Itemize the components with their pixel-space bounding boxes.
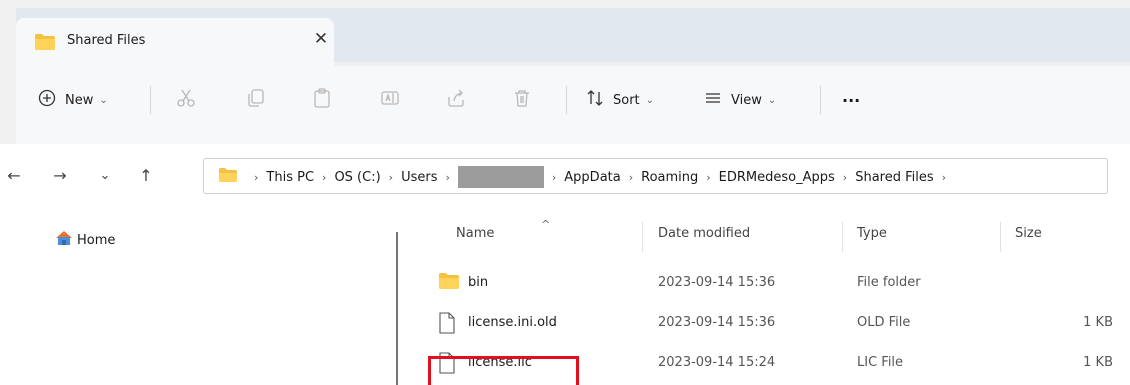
breadcrumb-os-c[interactable]: OS (C:) <box>334 170 380 185</box>
breadcrumb-this-pc[interactable]: This PC <box>266 170 314 185</box>
file-type: LIC File <box>857 355 904 370</box>
breadcrumb-users[interactable]: Users <box>401 170 437 185</box>
more-options-button[interactable]: ··· <box>842 88 860 112</box>
breadcrumb-chevron-icon[interactable]: › <box>445 171 449 184</box>
file-row-license-ini-old[interactable]: license.ini.old 2023-09-14 15:36 OLD Fil… <box>420 306 1130 340</box>
share-icon <box>446 88 466 112</box>
close-tab-button[interactable]: ✕ <box>310 28 332 50</box>
up-arrow-icon[interactable]: ↑ <box>136 166 156 186</box>
sidebar-item-label: Home <box>77 232 116 248</box>
file-date: 2023-09-14 15:24 <box>658 355 776 370</box>
chevron-down-icon: ⌄ <box>645 94 655 106</box>
chevron-down-icon: ⌄ <box>767 94 777 106</box>
breadcrumb: › This PC › OS (C:) › Users › › AppData … <box>218 166 954 188</box>
home-icon <box>55 230 73 250</box>
paste-button[interactable] <box>312 88 332 112</box>
toolbar-divider <box>820 86 821 114</box>
column-header-size[interactable]: Size <box>1015 226 1042 241</box>
copy-button[interactable] <box>246 88 266 112</box>
rename-button[interactable] <box>380 88 400 112</box>
column-divider[interactable] <box>642 222 643 252</box>
view-lines-icon <box>704 89 722 111</box>
copy-icon <box>246 88 266 112</box>
file-row-license-lic[interactable]: license.lic 2023-09-14 15:24 LIC File 1 … <box>420 346 1130 380</box>
redacted-username <box>457 166 544 188</box>
file-date: 2023-09-14 15:36 <box>658 275 776 290</box>
back-arrow-icon[interactable]: ← <box>4 166 24 186</box>
delete-button[interactable] <box>512 88 532 112</box>
recent-locations-icon[interactable]: ⌄ <box>95 166 115 186</box>
column-header-name[interactable]: Name <box>456 226 494 241</box>
column-divider[interactable] <box>842 222 843 252</box>
folder-icon <box>438 272 460 294</box>
file-name: license.ini.old <box>468 315 557 330</box>
new-label: New <box>65 92 94 108</box>
sidebar-item-home[interactable]: Home <box>55 230 115 250</box>
file-type: OLD File <box>857 315 911 330</box>
file-icon <box>438 352 456 378</box>
trash-icon <box>512 88 532 112</box>
breadcrumb-chevron-icon[interactable]: › <box>389 171 393 184</box>
column-header-date[interactable]: Date modified <box>658 226 750 241</box>
command-bar: New ⌄ Sort ⌄ View ⌄ ··· <box>16 66 1130 132</box>
view-label: View <box>731 92 762 108</box>
tab-shared-files[interactable]: Shared Files ✕ <box>16 18 334 66</box>
pane-splitter[interactable] <box>396 232 398 385</box>
file-type: File folder <box>857 275 921 290</box>
folder-icon <box>218 167 238 187</box>
new-button[interactable]: New ⌄ <box>38 88 108 112</box>
content-area: Home ^ Name Date modified Type Size bin … <box>0 206 1130 385</box>
sort-button[interactable]: Sort ⌄ <box>586 88 654 112</box>
forward-arrow-icon[interactable]: → <box>50 166 70 186</box>
column-header-type[interactable]: Type <box>857 226 887 241</box>
breadcrumb-chevron-icon[interactable]: › <box>254 171 258 184</box>
file-row-bin[interactable]: bin 2023-09-14 15:36 File folder <box>420 266 1130 300</box>
folder-icon <box>34 33 56 55</box>
breadcrumb-chevron-icon[interactable]: › <box>942 171 946 184</box>
breadcrumb-edrmedeso-apps[interactable]: EDRMedeso_Apps <box>719 170 835 185</box>
file-name: bin <box>468 275 489 290</box>
title-bar: Shared Files ✕ <box>0 0 1130 66</box>
toolbar-divider <box>150 86 151 114</box>
plus-circle-icon <box>38 89 56 111</box>
file-date: 2023-09-14 15:36 <box>658 315 776 330</box>
scissors-icon <box>176 88 196 112</box>
file-icon <box>438 312 456 338</box>
file-size: 1 KB <box>1083 315 1113 330</box>
tab-title: Shared Files <box>67 33 146 48</box>
cut-button[interactable] <box>176 88 196 112</box>
breadcrumb-chevron-icon[interactable]: › <box>629 171 633 184</box>
breadcrumb-roaming[interactable]: Roaming <box>641 170 698 185</box>
sort-label: Sort <box>613 92 640 108</box>
breadcrumb-chevron-icon[interactable]: › <box>322 171 326 184</box>
toolbar-divider <box>566 86 567 114</box>
file-size: 1 KB <box>1083 355 1113 370</box>
clipboard-icon <box>312 88 332 112</box>
breadcrumb-chevron-icon[interactable]: › <box>843 171 847 184</box>
view-button[interactable]: View ⌄ <box>704 88 776 112</box>
rename-icon <box>380 88 400 112</box>
breadcrumb-chevron-icon[interactable]: › <box>552 171 556 184</box>
toolbar-band <box>16 132 1130 144</box>
chevron-down-icon: ⌄ <box>99 94 108 106</box>
address-bar[interactable]: › This PC › OS (C:) › Users › › AppData … <box>203 158 1108 194</box>
navigation-pane: Home <box>0 206 400 385</box>
sort-ascending-icon: ^ <box>541 218 551 231</box>
sort-arrows-icon <box>586 89 604 111</box>
file-name: license.lic <box>468 355 532 370</box>
breadcrumb-chevron-icon[interactable]: › <box>706 171 710 184</box>
address-row: ← → ⌄ ↑ › This PC › OS (C:) › Users › › … <box>0 144 1130 206</box>
share-button[interactable] <box>446 88 466 112</box>
column-divider[interactable] <box>1000 222 1001 252</box>
breadcrumb-appdata[interactable]: AppData <box>564 170 620 185</box>
breadcrumb-shared-files[interactable]: Shared Files <box>855 170 933 185</box>
